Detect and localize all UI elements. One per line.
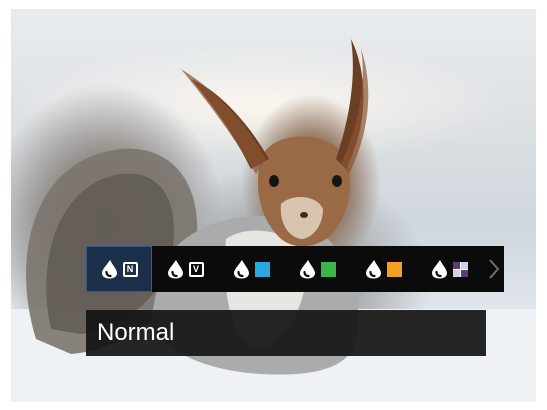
effect-badge-letter: V bbox=[188, 261, 204, 277]
effect-label-box: Normal bbox=[86, 310, 486, 356]
effect-menu-item-3[interactable] bbox=[218, 246, 284, 292]
effect-menu-item-1[interactable]: N bbox=[86, 246, 152, 292]
effect-menu-item-5[interactable] bbox=[350, 246, 416, 292]
drop-icon bbox=[431, 259, 450, 279]
quad-cell bbox=[460, 261, 468, 269]
drop-icon bbox=[101, 259, 120, 279]
drop-icon bbox=[365, 259, 384, 279]
effect-badge-letter: N bbox=[122, 261, 138, 277]
effect-menu-item-2[interactable]: V bbox=[152, 246, 218, 292]
drop-icon bbox=[233, 259, 252, 279]
effect-menu: NV bbox=[86, 246, 504, 292]
quad-cell bbox=[452, 261, 460, 269]
effect-menu-item-6[interactable] bbox=[416, 246, 482, 292]
effect-color-swatch bbox=[320, 261, 336, 277]
drop-icon bbox=[167, 259, 186, 279]
quad-cell bbox=[460, 269, 468, 277]
quad-cell bbox=[452, 269, 460, 277]
effect-menu-item-4[interactable] bbox=[284, 246, 350, 292]
effect-color-swatch bbox=[254, 261, 270, 277]
chevron-right-icon[interactable] bbox=[484, 246, 504, 292]
effect-color-swatch bbox=[386, 261, 402, 277]
effect-label: Normal bbox=[97, 319, 175, 346]
drop-icon bbox=[299, 259, 318, 279]
effect-quad-swatch bbox=[452, 261, 468, 277]
